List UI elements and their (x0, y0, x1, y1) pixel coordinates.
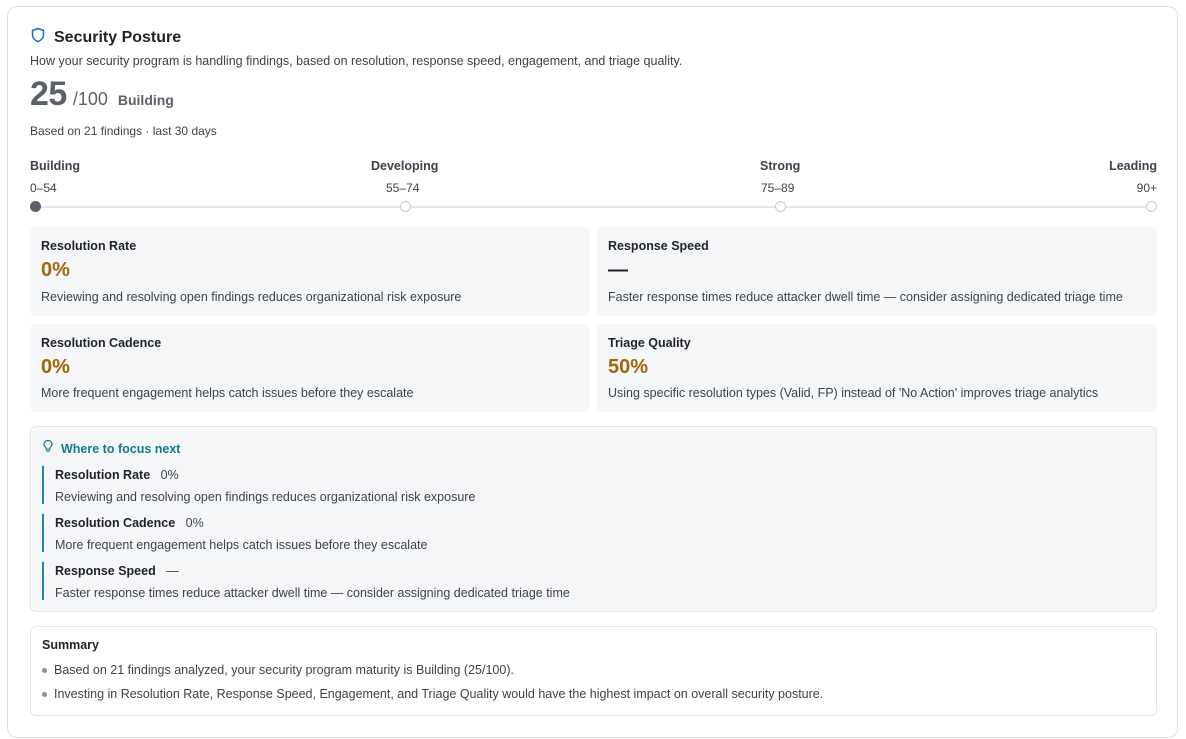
summary-item: Based on 21 findings analyzed, your secu… (42, 663, 514, 677)
focus-item-response-speed: Response Speed — Faster response times r… (42, 562, 1132, 600)
scale-marker-building (30, 201, 41, 212)
scale-label-leading: Leading (1109, 159, 1157, 173)
focus-item-description: Reviewing and resolving open findings re… (55, 490, 476, 504)
metric-card-triage-quality: Triage Quality 50% Using specific resolu… (597, 324, 1157, 412)
scale-range-leading: 90+ (1136, 181, 1157, 195)
scale-range-developing: 55–74 (386, 181, 420, 195)
metric-value: 0% (41, 356, 70, 378)
scale-label-building: Building (30, 159, 80, 173)
metric-description: Using specific resolution types (Valid, … (608, 386, 1099, 400)
focus-item-name: Resolution Cadence (55, 516, 176, 530)
metric-description: Reviewing and resolving open findings re… (41, 290, 462, 304)
metric-card-resolution-cadence: Resolution Cadence 0% More frequent enga… (30, 324, 590, 412)
score-denominator: /100 (72, 89, 108, 109)
scale-track (35, 206, 1152, 208)
focus-item-value: — (166, 564, 179, 578)
summary-item: Investing in Resolution Rate, Response S… (42, 687, 823, 701)
focus-item-resolution-cadence: Resolution Cadence 0% More frequent enga… (42, 514, 1132, 552)
metric-card-resolution-rate: Resolution Rate 0% Reviewing and resolvi… (30, 227, 590, 316)
metric-name: Triage Quality (608, 336, 691, 350)
card-header: Security Posture (30, 27, 181, 48)
metric-value: 0% (41, 259, 70, 281)
metric-description: More frequent engagement helps catch iss… (41, 386, 414, 400)
focus-item-value: 0% (160, 468, 179, 482)
summary-title: Summary (42, 638, 99, 652)
summary-panel: Summary Based on 21 findings analyzed, y… (30, 626, 1157, 716)
metric-value: 50% (608, 356, 649, 378)
scale-label-developing: Developing (371, 159, 439, 173)
focus-item-description: Faster response times reduce attacker dw… (55, 586, 570, 600)
focus-item-name: Response Speed (55, 564, 156, 578)
score-value: 25 (30, 75, 67, 113)
scale-range-strong: 75–89 (761, 181, 795, 195)
score-basis: Based on 21 findings · last 30 days (30, 124, 217, 138)
focus-header: Where to focus next (42, 439, 180, 458)
scale-range-building: 0–54 (30, 181, 57, 195)
focus-item-value: 0% (185, 516, 204, 530)
maturity-scale: Building 0–54 Developing 55–74 Strong 75… (30, 159, 1157, 219)
bullet-icon (42, 691, 47, 697)
focus-item-name: Resolution Rate (55, 468, 151, 482)
metric-name: Response Speed (608, 239, 709, 253)
page-subtitle: How your security program is handling fi… (30, 54, 683, 68)
summary-item-text: Based on 21 findings analyzed, your secu… (54, 663, 514, 677)
metric-name: Resolution Cadence (41, 336, 162, 350)
focus-title: Where to focus next (61, 441, 181, 456)
metric-card-response-speed: Response Speed — Faster response times r… (597, 227, 1157, 316)
lightbulb-icon (42, 439, 61, 458)
score-display: 25 /100 Building (30, 75, 174, 114)
scale-marker-strong (775, 201, 786, 212)
summary-item-text: Investing in Resolution Rate, Response S… (54, 687, 824, 701)
metric-description: Faster response times reduce attacker dw… (608, 290, 1123, 304)
page-title: Security Posture (54, 28, 182, 46)
security-posture-card: Security Posture How your security progr… (7, 6, 1178, 738)
focus-panel: Where to focus next Resolution Rate 0% R… (30, 426, 1157, 612)
focus-item-description: More frequent engagement helps catch iss… (55, 538, 428, 552)
scale-label-strong: Strong (760, 159, 801, 173)
metric-name: Resolution Rate (41, 239, 137, 253)
scale-marker-leading (1146, 201, 1157, 212)
focus-item-resolution-rate: Resolution Rate 0% Reviewing and resolvi… (42, 466, 1132, 504)
shield-icon (30, 27, 54, 48)
scale-marker-developing (400, 201, 411, 212)
metric-value: — (608, 259, 628, 281)
bullet-icon (42, 667, 47, 673)
score-level: Building (117, 92, 174, 108)
